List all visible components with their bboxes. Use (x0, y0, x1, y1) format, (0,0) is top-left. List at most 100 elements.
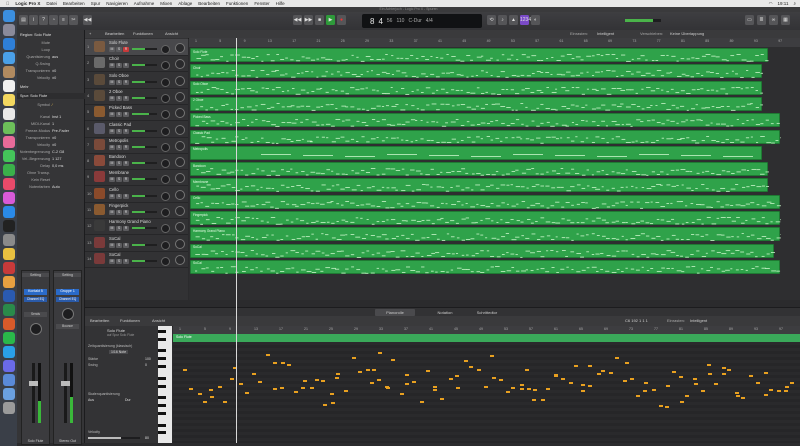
track-volume-knob[interactable] (161, 175, 170, 184)
region-field[interactable]: Quantisierungaus (17, 54, 84, 60)
piano-edit-menu[interactable]: Bearbeiten (90, 318, 109, 323)
black-key[interactable] (158, 412, 166, 415)
powerpoint-icon[interactable] (3, 318, 15, 330)
midi-note[interactable] (310, 387, 314, 389)
midi-note[interactable] (456, 387, 460, 389)
midi-note[interactable] (727, 369, 731, 371)
midi-note[interactable] (335, 377, 339, 379)
midi-note[interactable] (722, 367, 726, 369)
mute-button[interactable]: M (109, 177, 115, 182)
itunes-icon[interactable] (3, 192, 15, 204)
midi-note[interactable] (790, 382, 794, 384)
track-pan-knob[interactable] (175, 108, 185, 118)
search-icon[interactable]: ⌕ (793, 1, 796, 7)
menu-item-spur[interactable]: Spur (91, 1, 101, 6)
midi-note[interactable] (273, 388, 277, 390)
finder-icon[interactable] (3, 10, 15, 22)
midi-note[interactable] (630, 378, 634, 380)
track-field[interactable]: MIDI-Kanal1 (17, 121, 84, 127)
tab-pianorolle[interactable]: Pianorolle (375, 309, 415, 316)
midi-note[interactable] (385, 386, 389, 388)
track-name[interactable]: Membrane (109, 170, 129, 175)
midi-note[interactable] (722, 373, 726, 375)
mute-button[interactable]: M (109, 226, 115, 231)
track-volume-fader[interactable] (132, 81, 157, 83)
track-name[interactable]: Cello (109, 187, 119, 192)
midi-note[interactable] (391, 359, 395, 361)
track-name[interactable]: Choir (109, 56, 119, 61)
midi-note[interactable] (273, 362, 277, 364)
midi-note[interactable] (370, 382, 374, 384)
midi-note[interactable] (280, 387, 284, 389)
chrome-icon[interactable] (3, 248, 15, 260)
solo-button[interactable]: S (116, 63, 122, 68)
midi-note[interactable] (287, 364, 291, 366)
playhead[interactable] (236, 38, 237, 443)
bounce-button[interactable]: Bounce (56, 324, 79, 329)
pan-knob[interactable] (62, 308, 74, 320)
mute-button[interactable]: M (109, 112, 115, 117)
piano-ruler[interactable]: 1591317212529333741454953576165697377818… (173, 326, 800, 334)
track-volume-fader[interactable] (132, 260, 157, 262)
menu-item-hilfe[interactable]: Hilfe (276, 1, 285, 6)
black-key[interactable] (158, 424, 166, 427)
solo-button[interactable]: S (116, 243, 122, 248)
midi-note[interactable] (183, 369, 187, 371)
downloads-icon[interactable] (3, 374, 15, 386)
mute-button[interactable]: M (109, 243, 115, 248)
arrange-edit-menu[interactable]: Bearbeiten (105, 31, 124, 36)
midi-note[interactable] (659, 405, 663, 407)
track-pan-knob[interactable] (175, 59, 185, 69)
track-volume-fader[interactable] (132, 178, 157, 180)
track-field[interactable]: NotenbegrenzungC-2 G8 (17, 149, 84, 155)
track-volume-fader[interactable] (132, 211, 157, 213)
track-pan-knob[interactable] (175, 92, 185, 102)
tab-schritteditor[interactable]: Schrittedtor (467, 309, 507, 316)
help-icon[interactable]: ? (39, 15, 48, 25)
track-header[interactable]: 11FingerpickMSR (85, 202, 188, 219)
track-volume-fader[interactable] (132, 227, 157, 229)
midi-note[interactable] (588, 365, 592, 367)
track-pan-knob[interactable] (175, 239, 185, 249)
midi-region[interactable]: Choir (190, 64, 762, 78)
track-volume-knob[interactable] (161, 143, 170, 152)
piano-view-menu[interactable]: Ansicht (152, 318, 165, 323)
solo-button[interactable]: S (116, 80, 122, 85)
track-name[interactable]: 2 Oboe (109, 89, 123, 94)
arrange-view-menu[interactable]: Ansicht (165, 31, 178, 36)
midi-note[interactable] (449, 378, 453, 380)
black-key[interactable] (158, 396, 166, 399)
track-pan-knob[interactable] (175, 190, 185, 200)
track-volume-knob[interactable] (161, 241, 170, 250)
fader-cap[interactable] (61, 381, 70, 386)
track-volume-fader[interactable] (132, 48, 157, 50)
track-name[interactable]: Picked Bass (109, 105, 132, 110)
midi-region[interactable]: Fingerpick (190, 211, 780, 225)
instrument-slot[interactable]: Kontakt 5 (24, 289, 47, 295)
record-enable-button[interactable]: R (123, 63, 129, 68)
eq-slot[interactable]: Channel EQ (56, 297, 79, 302)
track-volume-fader[interactable] (132, 195, 157, 197)
track-volume-knob[interactable] (161, 61, 170, 70)
midi-note[interactable] (554, 375, 558, 377)
midi-note[interactable] (741, 397, 745, 399)
midi-note[interactable] (239, 383, 243, 385)
midi-note[interactable] (561, 378, 565, 380)
midi-note[interactable] (588, 385, 592, 387)
track-volume-knob[interactable] (161, 208, 170, 217)
list-icon[interactable]: ≣ (757, 15, 766, 25)
menu-item-app[interactable]: Logic Pro X (15, 1, 40, 6)
logic-icon[interactable] (3, 220, 15, 232)
midi-note[interactable] (336, 373, 340, 375)
track-header[interactable]: 7MetropolisMSR (85, 137, 188, 154)
black-key[interactable] (158, 377, 166, 380)
midi-note[interactable] (258, 381, 262, 383)
reminders-icon[interactable] (3, 108, 15, 120)
track-pan-knob[interactable] (175, 125, 185, 135)
metronome-icon[interactable]: ▲ (509, 15, 518, 25)
midi-note[interactable] (344, 390, 348, 392)
scissors-icon[interactable]: ✂ (69, 15, 78, 25)
midi-note[interactable] (426, 370, 430, 372)
solo-button[interactable]: S (116, 161, 122, 166)
midi-note[interactable] (672, 371, 676, 373)
